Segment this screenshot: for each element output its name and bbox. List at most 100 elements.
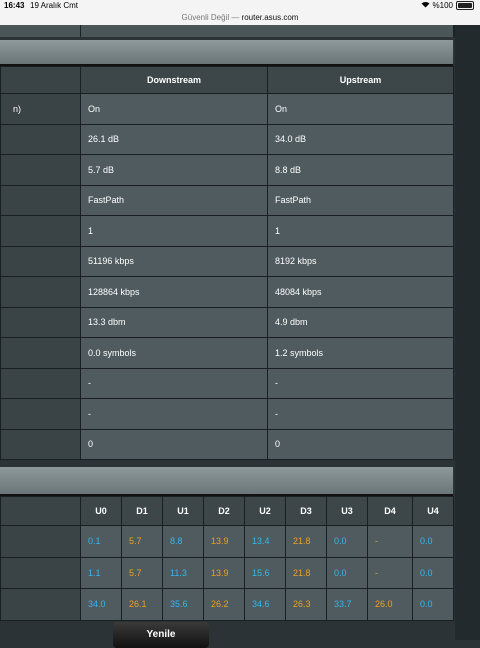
row-label-cell bbox=[0, 588, 81, 621]
date: 19 Aralık Cmt bbox=[30, 1, 79, 10]
downstream-value: 1 bbox=[80, 215, 268, 247]
column-header-upstream: Upstream bbox=[267, 66, 454, 94]
table-row: 0.0 symbols 1.2 symbols bbox=[0, 337, 454, 369]
row-label-cell bbox=[0, 525, 81, 558]
band-value: - bbox=[367, 525, 413, 558]
line-stats-header bbox=[0, 40, 453, 66]
table-row: 11 bbox=[0, 215, 454, 247]
band-value: 15.6 bbox=[244, 556, 286, 589]
wifi-icon bbox=[421, 1, 430, 10]
table-row: -- bbox=[0, 398, 454, 430]
address-bar[interactable]: Güvenli Değil — router.asus.com bbox=[0, 13, 480, 22]
table-row: 128864 kbps 48084 kbps bbox=[0, 276, 454, 308]
row-label-cell bbox=[0, 276, 81, 308]
band-column-header: D3 bbox=[285, 496, 327, 526]
page-background-right bbox=[455, 25, 480, 640]
upstream-value: On bbox=[267, 93, 454, 125]
table-row: 1.1 5.7 11.3 13.9 15.6 21.8 0.0-0.0 bbox=[0, 556, 454, 589]
upstream-value: FastPath bbox=[267, 184, 454, 216]
upstream-value: 1.2 symbols bbox=[267, 337, 454, 369]
band-value: 21.8 bbox=[285, 525, 327, 558]
downstream-value: - bbox=[80, 367, 268, 399]
downstream-value: 13.3 dbm bbox=[80, 306, 268, 338]
upstream-value: - bbox=[267, 367, 454, 399]
table-row: 34.0 26.1 35.6 26.2 34.6 26.3 33.7 26.0 0.0 bbox=[0, 588, 454, 621]
band-value: 8.8 bbox=[162, 525, 204, 558]
downstream-value: 0.0 symbols bbox=[80, 337, 268, 369]
table-row: FastPath FastPath bbox=[0, 184, 454, 216]
band-value: 26.0 bbox=[367, 588, 413, 621]
upstream-value: 48084 kbps bbox=[267, 276, 454, 308]
table-row: 26.1 dB 34.0 dB bbox=[0, 123, 454, 155]
table-row: 00 bbox=[0, 428, 454, 460]
band-value: 5.7 bbox=[121, 556, 163, 589]
band-value: 21.8 bbox=[285, 556, 327, 589]
upstream-value: - bbox=[267, 398, 454, 430]
clock: 16:43 bbox=[4, 1, 25, 10]
url-host: router.asus.com bbox=[241, 13, 299, 22]
downstream-value: 51196 kbps bbox=[80, 245, 268, 277]
upstream-value: 4.9 dbm bbox=[267, 306, 454, 338]
band-column-header: U1 bbox=[162, 496, 204, 526]
table-header-row: U0 D1 U1 D2 U2 D3 U3 D4 U4 bbox=[0, 496, 454, 526]
band-value: 0.0 bbox=[326, 525, 368, 558]
band-value: 0.0 bbox=[412, 556, 454, 589]
band-value: 0.0 bbox=[412, 525, 454, 558]
row-label-cell bbox=[0, 428, 81, 460]
row-label-cell: n) bbox=[0, 93, 81, 125]
band-column-header: D4 bbox=[367, 496, 413, 526]
band-column-header: D2 bbox=[203, 496, 245, 526]
table-row: 5.7 dB 8.8 dB bbox=[0, 154, 454, 186]
band-value: - bbox=[367, 556, 413, 589]
band-stats-header bbox=[0, 467, 453, 496]
row-label-cell bbox=[0, 154, 81, 186]
band-value: 34.6 bbox=[244, 588, 286, 621]
band-value: 26.3 bbox=[285, 588, 327, 621]
row-label-cell bbox=[0, 367, 81, 399]
band-stats-table: U0 D1 U1 D2 U2 D3 U3 D4 U4 0.1 5.7 8.8 13.9 13.4 21.8… bbox=[0, 496, 454, 621]
row-label-cell bbox=[0, 398, 81, 430]
table-row: n) On On bbox=[0, 93, 454, 125]
band-value: 34.0 bbox=[80, 588, 122, 621]
upstream-value: 8192 kbps bbox=[267, 245, 454, 277]
band-value: 11.3 bbox=[162, 556, 204, 589]
downstream-value: 128864 kbps bbox=[80, 276, 268, 308]
band-value: 13.4 bbox=[244, 525, 286, 558]
downstream-value: On bbox=[80, 93, 268, 125]
row-label-cell bbox=[0, 556, 81, 589]
band-value: 35.6 bbox=[162, 588, 204, 621]
ios-status-bar: 16:43 19 Aralık Cmt Güvenli Değil — rout… bbox=[0, 0, 480, 25]
band-value: 5.7 bbox=[121, 525, 163, 558]
band-column-header: D1 bbox=[121, 496, 163, 526]
battery-percent: %100 bbox=[432, 1, 453, 10]
band-column-header: U2 bbox=[244, 496, 286, 526]
status-icons: %100 bbox=[421, 1, 474, 10]
refresh-button[interactable]: Yenile bbox=[113, 622, 209, 648]
column-header-downstream: Downstream bbox=[80, 66, 268, 94]
upstream-value: 1 bbox=[267, 215, 454, 247]
table-row: -- bbox=[0, 367, 454, 399]
band-value: 0.0 bbox=[326, 556, 368, 589]
table-row: 13.3 dbm 4.9 dbm bbox=[0, 306, 454, 338]
row-label-cell bbox=[0, 337, 81, 369]
previous-section-bottom bbox=[0, 25, 455, 37]
band-value: 0.1 bbox=[80, 525, 122, 558]
line-stats-table: Downstream Upstream n) On On 26.1 dB 34.0 dB… bbox=[0, 66, 454, 460]
header-label-cell bbox=[0, 66, 81, 94]
row-label-cell bbox=[0, 123, 81, 155]
band-value: 33.7 bbox=[326, 588, 368, 621]
band-column-header: U3 bbox=[326, 496, 368, 526]
band-value: 26.1 bbox=[121, 588, 163, 621]
downstream-value: 0 bbox=[80, 428, 268, 460]
downstream-value: FastPath bbox=[80, 184, 268, 216]
table-row: 51196 kbps 8192 kbps bbox=[0, 245, 454, 277]
upstream-value: 8.8 dB bbox=[267, 154, 454, 186]
security-warning: Güvenli Değil — bbox=[181, 13, 242, 22]
row-label-cell bbox=[0, 215, 81, 247]
upstream-value: 0 bbox=[267, 428, 454, 460]
band-value: 13.9 bbox=[203, 525, 245, 558]
band-column-header: U0 bbox=[80, 496, 122, 526]
battery-icon bbox=[456, 1, 474, 10]
downstream-value: 5.7 dB bbox=[80, 154, 268, 186]
band-value: 1.1 bbox=[80, 556, 122, 589]
